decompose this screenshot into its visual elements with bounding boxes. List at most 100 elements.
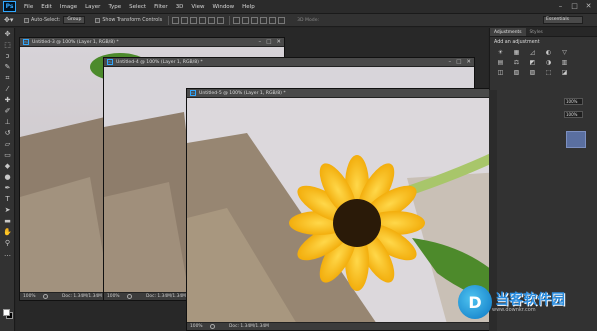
site-watermark: D 当客软件园 www.downkr.com	[458, 285, 565, 319]
close-icon[interactable]: ✕	[584, 2, 593, 11]
minimize-icon[interactable]: –	[556, 2, 565, 11]
menu-layer[interactable]: Layer	[81, 0, 104, 14]
move-tool-icon[interactable]: ✥	[2, 30, 13, 39]
clone-stamp-tool-icon[interactable]: ⊥	[2, 118, 13, 127]
menu-filter[interactable]: Filter	[150, 0, 172, 14]
zoom-tool-icon[interactable]: ⚲	[2, 239, 13, 248]
levels-icon[interactable]: ▦	[512, 49, 521, 56]
type-tool-icon[interactable]: T	[2, 195, 13, 204]
options-bar: ✥▾ Auto-Select: Group Show Transform Con…	[0, 14, 597, 27]
panel-zoom-field[interactable]: 100%	[564, 111, 583, 118]
panel-tabs: Adjustments Styles	[490, 28, 597, 37]
color-balance-icon[interactable]: ⚖	[512, 59, 521, 66]
black-white-icon[interactable]: ◩	[528, 59, 537, 66]
workspace-dropdown[interactable]: Essentials	[543, 16, 583, 24]
brightness-contrast-icon[interactable]: ☀	[496, 49, 505, 56]
menu-view[interactable]: View	[187, 0, 208, 14]
status-icon[interactable]	[210, 324, 215, 329]
separator	[168, 15, 170, 25]
menu-type[interactable]: Type	[104, 0, 125, 14]
menu-select[interactable]: Select	[125, 0, 150, 14]
pen-tool-icon[interactable]: ✒	[2, 184, 13, 193]
quick-select-tool-icon[interactable]: ✎	[2, 63, 13, 72]
move-tool-preset-icon[interactable]: ✥▾	[4, 15, 18, 25]
distribute-left-icon[interactable]	[260, 16, 268, 24]
posterize-icon[interactable]: ▧	[512, 69, 521, 76]
vibrance-icon[interactable]: ▽	[560, 49, 569, 56]
history-brush-tool-icon[interactable]: ↺	[2, 129, 13, 138]
selective-color-icon[interactable]: ⬚	[544, 69, 553, 76]
gradient-map-icon[interactable]: ◪	[560, 69, 569, 76]
shape-tool-icon[interactable]: ▬	[2, 217, 13, 226]
lasso-tool-icon[interactable]: ↄ	[2, 52, 13, 61]
hue-saturation-icon[interactable]: ▤	[496, 59, 505, 66]
minimize-icon[interactable]: –	[448, 59, 451, 66]
close-icon[interactable]: ✕	[276, 39, 281, 46]
invert-icon[interactable]: ◫	[496, 69, 505, 76]
threshold-icon[interactable]: ▨	[528, 69, 537, 76]
maximize-icon[interactable]: □	[266, 39, 271, 46]
align-center-icon[interactable]	[208, 16, 216, 24]
status-icon[interactable]	[43, 294, 48, 299]
doc-size: Doc: 1.34M/1.34M	[229, 324, 269, 329]
channel-mixer-icon[interactable]: ▥	[560, 59, 569, 66]
distribute-center-icon[interactable]	[269, 16, 277, 24]
tab-adjustments[interactable]: Adjustments	[490, 28, 526, 36]
transform-controls-checkbox[interactable]	[95, 17, 101, 23]
panel-zoom-field[interactable]: 100%	[564, 98, 583, 105]
document-icon: Ps	[107, 59, 113, 65]
minimize-icon[interactable]: –	[258, 39, 261, 46]
menu-3d[interactable]: 3D	[172, 0, 188, 14]
align-middle-icon[interactable]	[181, 16, 189, 24]
align-left-icon[interactable]	[199, 16, 207, 24]
zoom-level[interactable]: 100%	[190, 324, 210, 329]
align-right-icon[interactable]	[217, 16, 225, 24]
align-bottom-icon[interactable]	[190, 16, 198, 24]
dodge-tool-icon[interactable]: ●	[2, 173, 13, 182]
zoom-level[interactable]: 100%	[23, 294, 43, 299]
document-icon: Ps	[23, 39, 29, 45]
distribute-bottom-icon[interactable]	[251, 16, 259, 24]
watermark-logo: D	[458, 285, 492, 319]
zoom-level[interactable]: 100%	[107, 294, 127, 299]
align-top-icon[interactable]	[172, 16, 180, 24]
path-selection-tool-icon[interactable]: ➤	[2, 206, 13, 215]
more-tools-icon[interactable]: …	[2, 250, 13, 259]
maximize-icon[interactable]: □	[456, 59, 461, 66]
crop-tool-icon[interactable]: ⌗	[2, 74, 13, 83]
menu-window[interactable]: Window	[208, 0, 238, 14]
eyedropper-tool-icon[interactable]: ⁄	[2, 85, 13, 94]
marquee-tool-icon[interactable]: ⬚	[2, 41, 13, 50]
add-adjustment-heading: Add an adjustment	[494, 40, 540, 45]
distribute-right-icon[interactable]	[278, 16, 286, 24]
photo-filter-icon[interactable]: ◑	[544, 59, 553, 66]
auto-select-checkbox[interactable]	[24, 17, 29, 23]
menu-help[interactable]: Help	[238, 0, 259, 14]
blur-tool-icon[interactable]: ◆	[2, 162, 13, 171]
menu-file[interactable]: File	[20, 0, 37, 14]
healing-brush-tool-icon[interactable]: ✚	[2, 96, 13, 105]
layer-thumbnail[interactable]	[566, 131, 586, 148]
close-icon[interactable]: ✕	[466, 59, 471, 66]
foreground-color-swatch[interactable]	[3, 309, 10, 316]
distribute-top-icon[interactable]	[233, 16, 241, 24]
exposure-icon[interactable]: ◐	[544, 49, 553, 56]
auto-select-label: Auto-Select:	[31, 17, 61, 23]
tab-styles[interactable]: Styles	[526, 28, 547, 36]
document-tab[interactable]: Ps Untitled-4 @ 100% (Layer 1, RGB/8) * …	[104, 58, 474, 67]
curves-icon[interactable]: ◿	[528, 49, 537, 56]
brush-tool-icon[interactable]: ✐	[2, 107, 13, 116]
maximize-icon[interactable]: □	[570, 2, 579, 11]
distribute-middle-icon[interactable]	[242, 16, 250, 24]
document-tab[interactable]: Ps Untitled-3 @ 100% (Layer 1, RGB/8) * …	[20, 38, 284, 47]
menu-edit[interactable]: Edit	[37, 0, 56, 14]
auto-select-dropdown[interactable]: Group	[63, 16, 86, 24]
eraser-tool-icon[interactable]: ▱	[2, 140, 13, 149]
watermark-text: 当客软件园	[495, 291, 565, 308]
gradient-tool-icon[interactable]: ▭	[2, 151, 13, 160]
doc-size: Doc: 1.34M/1.34M	[146, 294, 186, 299]
hand-tool-icon[interactable]: ✋	[2, 228, 13, 237]
status-icon[interactable]	[127, 294, 132, 299]
menu-image[interactable]: Image	[56, 0, 81, 14]
mode-3d-label: 3D Mode:	[297, 17, 320, 23]
